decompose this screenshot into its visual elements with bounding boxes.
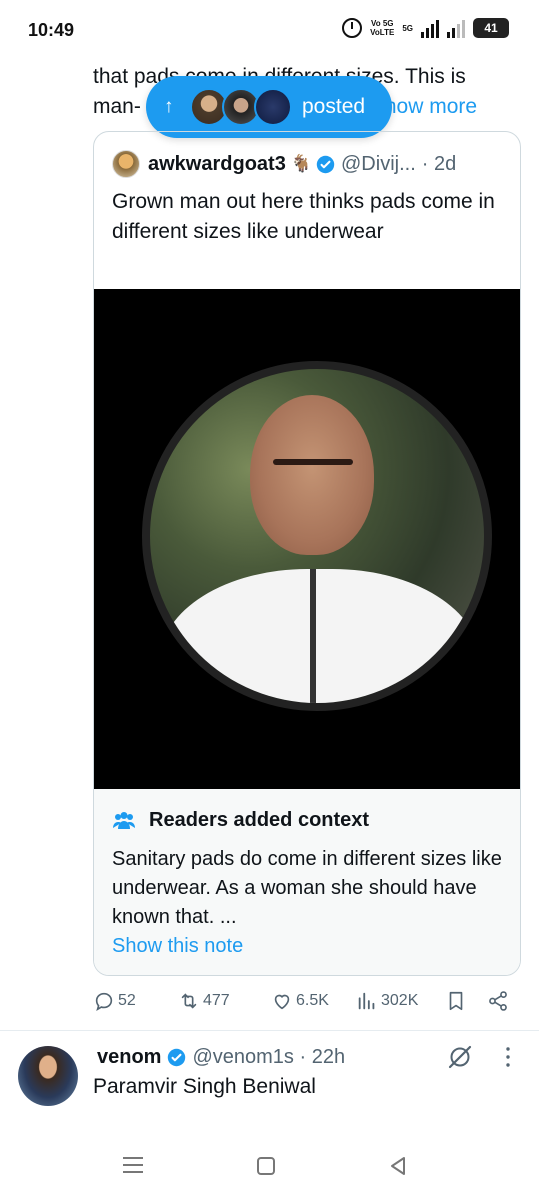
quote-timestamp: · 2d [421, 152, 457, 175]
views-button[interactable]: 302K [356, 990, 418, 1012]
recent-apps-icon[interactable] [123, 1157, 143, 1175]
status-bar: 10:49 Vo 5G VoLTE 5G 41 [0, 0, 539, 58]
avatar [254, 88, 292, 126]
community-note[interactable]: Readers added context Sanitary pads do c… [94, 789, 520, 975]
share-icon [489, 991, 507, 1011]
verified-badge-icon [316, 155, 335, 173]
author-name[interactable]: venom [97, 1046, 161, 1069]
back-icon[interactable] [386, 1154, 410, 1178]
bookmark-button[interactable] [445, 990, 470, 1012]
signal-icon-2 [447, 18, 465, 38]
bookmark-icon [449, 991, 463, 1011]
people-icon [113, 812, 135, 829]
quote-header: awkwardgoat3 🐐 @Divij... · 2d [112, 150, 507, 178]
new-posts-pill[interactable]: ↑ posted [146, 76, 392, 138]
divider [0, 1030, 539, 1031]
quote-author-name[interactable]: awkwardgoat3 [148, 153, 286, 176]
system-nav-bar [0, 1140, 539, 1200]
pill-avatars [190, 88, 292, 126]
views-icon [358, 992, 375, 1010]
share-button[interactable] [487, 990, 512, 1012]
context-body: Sanitary pads do come in different sizes… [112, 848, 502, 928]
battery-icon: 41 [473, 18, 509, 38]
like-button[interactable]: 6.5K [271, 990, 329, 1012]
arrow-up-icon: ↑ [164, 96, 174, 117]
network-5g-label: 5G [402, 23, 413, 33]
context-title: Readers added context [149, 809, 370, 831]
repost-count: 477 [203, 992, 230, 1009]
grok-icon[interactable] [447, 1044, 473, 1070]
quote-text: Grown man out here thinks pads come in d… [112, 190, 495, 243]
avatar[interactable] [18, 1046, 78, 1106]
tweet-text: Paramvir Singh Beniwal [93, 1075, 316, 1098]
more-options-icon[interactable] [503, 1046, 513, 1068]
heart-icon [274, 994, 290, 1010]
repost-button[interactable]: 477 [178, 990, 230, 1012]
tweet-actions: 52 477 6.5K 302K [93, 990, 523, 1018]
like-count: 6.5K [296, 992, 329, 1009]
profile-photo [142, 361, 492, 711]
views-count: 302K [381, 992, 419, 1009]
status-icons: Vo 5G VoLTE 5G 41 [342, 18, 509, 38]
signal-icon [421, 18, 439, 38]
reply-button[interactable]: 52 [93, 990, 136, 1012]
tweet-header: venom @venom1s · 22h [97, 1044, 345, 1070]
verified-badge-icon [168, 1048, 186, 1066]
status-time: 10:49 [28, 20, 75, 40]
home-icon[interactable] [257, 1157, 275, 1175]
reply-count: 52 [118, 992, 136, 1009]
show-note-link[interactable]: Show this note [112, 935, 243, 958]
quoted-tweet-card[interactable]: awkwardgoat3 🐐 @Divij... · 2d Grown man … [93, 131, 521, 976]
quote-author-handle: @Divij... [341, 152, 416, 175]
alarm-icon [342, 18, 363, 38]
quote-media-image[interactable] [94, 289, 520, 789]
network-label: Vo 5G VoLTE [370, 19, 395, 37]
reply-icon [95, 992, 113, 1011]
avatar[interactable] [112, 150, 140, 178]
goat-emoji-icon: 🐐 [290, 154, 312, 173]
repost-icon [181, 993, 197, 1009]
author-handle: @venom1s · 22h [192, 1045, 346, 1068]
posted-label: posted [302, 95, 366, 118]
